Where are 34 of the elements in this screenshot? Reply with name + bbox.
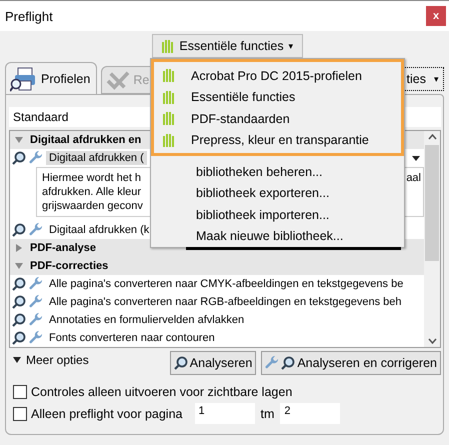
description-line: afdrukken. Alle kleur	[42, 185, 142, 199]
menu-item[interactable]: Acrobat Pro DC 2015-profielen	[154, 65, 401, 86]
options-button[interactable]: ties ▾	[404, 67, 444, 91]
menu-item[interactable]: PDF-standaarden	[154, 108, 401, 130]
checkbox-label: Controles alleen uitvoeren voor zichtbare lagen	[31, 385, 292, 399]
description-line: Hiermee wordt het h	[42, 171, 142, 185]
menu-item[interactable]: Maak nieuwe bibliotheek...	[151, 226, 404, 247]
profile-item[interactable]: Alle pagina's converteren naar CMYK-afbeeldingen en tekstgegevens be	[46, 277, 406, 291]
profile-item[interactable]: Digitaal afdrukken (k	[46, 223, 152, 237]
page-to-field[interactable]: 2	[280, 403, 340, 424]
close-button[interactable]: x	[426, 6, 446, 26]
description-line: aal	[406, 171, 421, 185]
analyze-button[interactable]: Analyseren	[170, 351, 256, 375]
tab[interactable]: Profielen	[5, 62, 98, 94]
menu-item[interactable]: bibliotheken beheren...	[151, 161, 404, 182]
description-line: grijswaarden geconv	[42, 199, 143, 213]
library-button[interactable]: Essentiële functies ▾	[152, 34, 303, 58]
profile-item[interactable]: Fonts converteren naar contouren	[46, 331, 218, 345]
range-label: tm	[260, 406, 274, 420]
profile-item[interactable]: Alle pagina's converteren naar RGB-afbeeldingen en tekstgegevens beh	[46, 295, 404, 309]
group-label[interactable]: Digitaal afdrukken en	[30, 134, 142, 146]
menu-item[interactable]: bibliotheek exporteren...	[151, 182, 404, 204]
group-label[interactable]: PDF-analyse	[30, 242, 96, 254]
menu-item[interactable]: Prepress, kleur en transparantie	[154, 130, 401, 151]
window-title: Preflight	[5, 8, 53, 24]
profile-item[interactable]: Annotaties en formuliervelden afvlakken	[46, 313, 248, 327]
group-label[interactable]: PDF-correcties	[30, 260, 108, 272]
page-from-field[interactable]: 1	[194, 403, 254, 424]
menu-item[interactable]: bibliotheek importeren...	[151, 204, 404, 226]
more-options-toggle[interactable]: Meer opties	[9, 351, 93, 369]
menu-item[interactable]: Essentiële functies	[154, 86, 401, 108]
checkbox-label: Alleen preflight voor pagina	[31, 406, 182, 420]
analyze-fix-button[interactable]: Analyseren en corrigeren	[261, 351, 441, 375]
profile-item[interactable]: Digitaal afdrukken (	[46, 151, 147, 165]
